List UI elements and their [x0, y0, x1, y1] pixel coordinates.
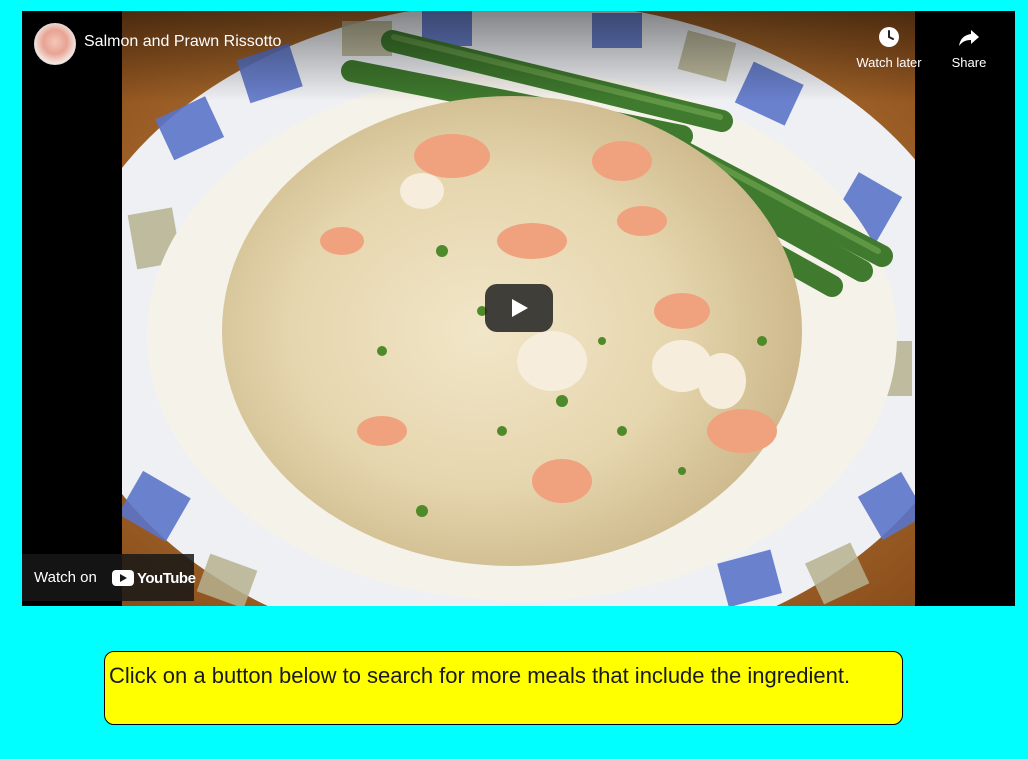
video-title-link[interactable]: Salmon and Prawn Rissotto — [84, 33, 281, 51]
instruction-text: Click on a button below to search for mo… — [109, 663, 851, 688]
youtube-embed-player[interactable]: Salmon and Prawn Rissotto Watch later Sh… — [22, 11, 1015, 606]
watch-later-label: Watch later — [856, 55, 922, 70]
watch-on-label: Watch on — [34, 569, 97, 586]
youtube-logo: YouTube — [112, 568, 196, 588]
clock-icon — [879, 27, 899, 47]
share-button[interactable]: Share — [931, 25, 1007, 70]
watch-later-button[interactable]: Watch later — [851, 25, 927, 70]
youtube-play-icon — [112, 570, 134, 586]
share-arrow-icon — [959, 30, 979, 46]
youtube-wordmark: YouTube — [137, 569, 196, 587]
play-button[interactable] — [485, 284, 553, 332]
instruction-box: Click on a button below to search for mo… — [104, 651, 903, 725]
channel-avatar-icon[interactable] — [34, 23, 76, 65]
watch-on-youtube-button[interactable]: Watch on YouTube — [22, 554, 196, 601]
share-label: Share — [951, 55, 987, 70]
play-icon — [512, 299, 528, 317]
